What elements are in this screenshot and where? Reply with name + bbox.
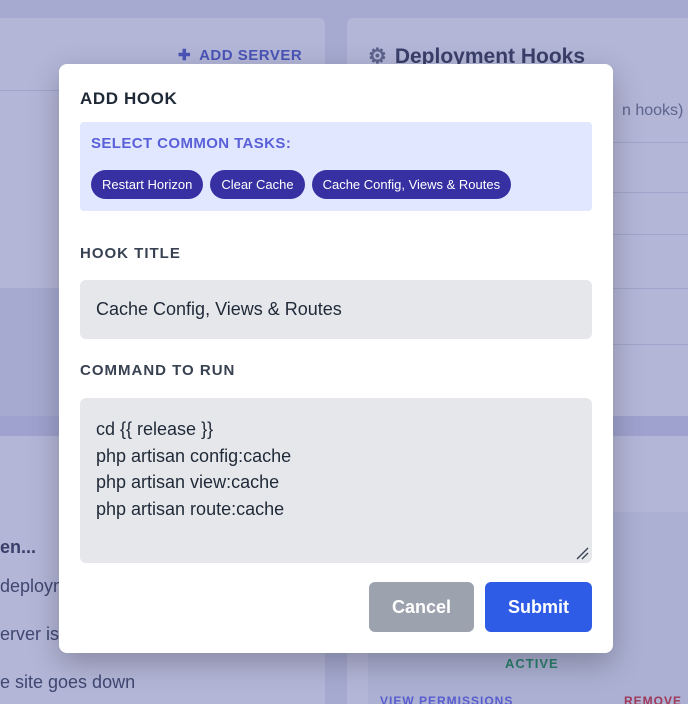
common-tasks-box: SELECT COMMON TASKS: Restart Horizon Cle… bbox=[80, 122, 592, 211]
command-label: COMMAND TO RUN bbox=[80, 362, 236, 379]
resize-handle-icon[interactable] bbox=[575, 546, 589, 560]
add-hook-modal: ADD HOOK SELECT COMMON TASKS: Restart Ho… bbox=[59, 64, 613, 653]
command-line: php artisan route:cache bbox=[96, 499, 285, 520]
task-chip-restart-horizon[interactable]: Restart Horizon bbox=[91, 170, 204, 199]
hook-title-input[interactable]: Cache Config, Views & Routes bbox=[80, 280, 592, 339]
submit-button[interactable]: Submit bbox=[485, 582, 592, 632]
cancel-button[interactable]: Cancel bbox=[369, 582, 474, 632]
modal-title: ADD HOOK bbox=[80, 89, 178, 108]
command-line: php artisan view:cache bbox=[96, 472, 280, 493]
task-chip-clear-cache[interactable]: Clear Cache bbox=[210, 170, 305, 199]
common-tasks-label: SELECT COMMON TASKS: bbox=[91, 135, 292, 152]
task-chip-cache-config[interactable]: Cache Config, Views & Routes bbox=[311, 170, 512, 199]
command-textarea[interactable]: cd {{ release }} php artisan config:cach… bbox=[80, 398, 592, 563]
command-line: php artisan config:cache bbox=[96, 445, 292, 466]
hook-title-label: HOOK TITLE bbox=[80, 245, 181, 262]
common-tasks-list: Restart Horizon Clear Cache Cache Config… bbox=[91, 170, 512, 199]
command-line: cd {{ release }} bbox=[96, 419, 214, 439]
